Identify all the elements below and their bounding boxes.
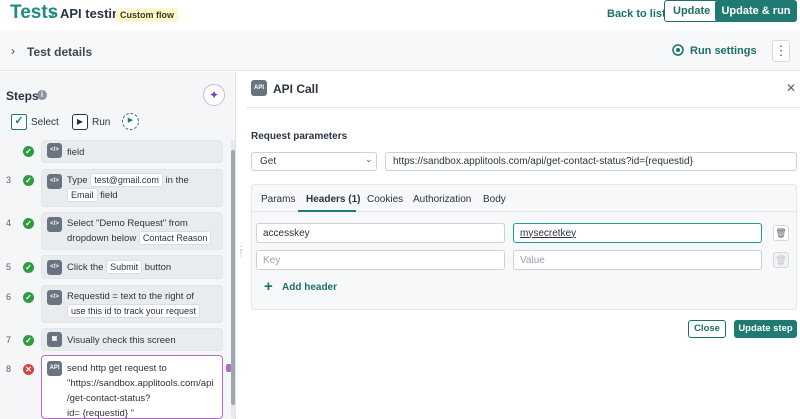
step-card[interactable]: </> Requestid = text to the right of use… — [41, 285, 223, 323]
url-input[interactable] — [385, 152, 797, 171]
code-step-icon: </> — [47, 143, 62, 158]
api-step-icon: API — [47, 361, 62, 376]
step-pass-icon: ✓ — [23, 262, 34, 273]
step-card[interactable]: ▣ Visually check this screen — [41, 328, 223, 351]
step-card[interactable]: </> Select "Demo Request" from dropdown … — [41, 212, 223, 250]
active-tab-indicator — [298, 210, 356, 212]
code-step-icon: </> — [47, 260, 62, 275]
header-value-input[interactable] — [513, 223, 762, 243]
more-options-icon[interactable]: ⋮ — [772, 40, 790, 62]
divider — [246, 107, 800, 108]
step-pass-icon: ✓ — [23, 335, 34, 346]
target-pill: Submit — [106, 260, 143, 274]
step-number: 7 — [6, 335, 12, 345]
plus-icon[interactable]: + — [264, 278, 273, 295]
value-pill: test@gmail.com — [90, 173, 163, 187]
header-key-input[interactable] — [256, 223, 505, 243]
step-text: Click the Submit button — [67, 260, 172, 274]
target-pill: Email — [67, 188, 98, 202]
run-settings-icon[interactable] — [671, 43, 685, 57]
step-text: Requestid = text to the right of use thi… — [67, 289, 219, 319]
info-icon[interactable]: i — [37, 90, 47, 100]
new-header-value-input[interactable] — [513, 250, 762, 270]
step-pass-icon: ✓ — [23, 146, 34, 157]
ai-sparkle-icon[interactable]: ✦ — [203, 84, 225, 106]
custom-flow-badge: Custom flow — [116, 8, 178, 22]
step-number: 8 — [6, 364, 12, 374]
step-number: 3 — [6, 175, 12, 185]
breadcrumb-separator-icon: › — [49, 4, 55, 23]
tab-params[interactable]: Params — [261, 194, 295, 205]
chevron-down-icon[interactable]: ⌄ — [365, 154, 373, 165]
steps-scrollbar-thumb[interactable] — [231, 150, 235, 405]
http-method-select[interactable]: Get — [251, 152, 377, 171]
close-icon[interactable]: ✕ — [786, 81, 796, 95]
chevron-right-icon[interactable]: › — [11, 44, 15, 58]
api-call-title: API Call — [273, 82, 319, 96]
test-details-title[interactable]: Test details — [27, 45, 92, 59]
target-pill: Contact Reason — [138, 231, 212, 245]
close-button[interactable]: Close — [688, 320, 726, 338]
step-card[interactable]: </> field — [41, 140, 223, 163]
step-text: Select "Demo Request" from dropdown belo… — [67, 216, 219, 246]
steps-title: Steps — [6, 89, 39, 103]
api-icon: API — [251, 80, 267, 96]
update-and-run-button[interactable]: Update & run — [715, 0, 797, 22]
step-text: Visually check this screen — [67, 335, 176, 346]
step-number: 4 — [6, 218, 12, 228]
step-text: Type test@gmail.com in the Email field — [67, 173, 189, 202]
panel-resize-handle[interactable]: ⋮ ⋮ — [237, 246, 245, 262]
code-step-icon: </> — [47, 290, 62, 305]
run-settings-button[interactable]: Run settings — [690, 45, 757, 57]
trash-icon-disabled: 🗑 — [773, 252, 789, 268]
step-number: 6 — [6, 292, 12, 302]
tab-body[interactable]: Body — [483, 194, 506, 205]
step-card[interactable]: </> Type test@gmail.com in the Email fie… — [41, 169, 223, 207]
step-card-active[interactable]: API send http get request to "https://sa… — [41, 355, 223, 419]
update-step-button[interactable]: Update step — [734, 320, 797, 338]
tab-authorization[interactable]: Authorization — [413, 194, 471, 205]
code-step-icon: </> — [47, 217, 62, 232]
run-play-icon[interactable]: ▶ — [72, 114, 88, 130]
step-pass-icon: ✓ — [23, 292, 34, 303]
step-pass-icon: ✓ — [23, 175, 34, 186]
run-label[interactable]: Run — [92, 117, 110, 128]
target-pill: use this id to track your request — [67, 304, 201, 318]
step-fail-icon: ✕ — [23, 364, 34, 375]
add-header-button[interactable]: Add header — [282, 282, 337, 293]
step-card[interactable]: </> Click the Submit button — [41, 255, 223, 279]
select-label[interactable]: Select — [31, 117, 59, 128]
select-checkbox-icon[interactable]: ✓ — [11, 114, 27, 130]
step-text: field — [67, 147, 85, 158]
debug-run-icon[interactable]: ▶ — [122, 113, 139, 130]
step-pass-icon: ✓ — [23, 218, 34, 229]
step-number: 5 — [6, 262, 12, 272]
visual-check-icon: ▣ — [47, 332, 62, 347]
code-step-icon: </> — [47, 174, 62, 189]
tab-cookies[interactable]: Cookies — [367, 194, 403, 205]
tab-headers[interactable]: Headers (1) — [306, 194, 360, 205]
update-button[interactable]: Update — [664, 0, 720, 22]
trash-icon[interactable]: 🗑 — [773, 225, 789, 241]
back-to-list-link[interactable]: Back to list — [607, 4, 666, 24]
new-header-key-input[interactable] — [256, 250, 505, 270]
request-parameters-label: Request parameters — [251, 131, 348, 142]
step-text: send http get request to "https://sandbo… — [67, 363, 214, 419]
